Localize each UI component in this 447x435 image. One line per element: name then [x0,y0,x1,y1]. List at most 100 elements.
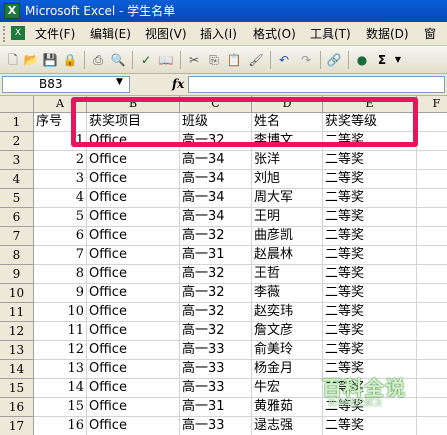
hyperlink-icon[interactable]: 🔗 [326,52,342,68]
data-cell[interactable]: 二等奖 [323,322,417,341]
data-cell[interactable] [417,132,447,151]
menu-edit[interactable]: 编辑(E) [90,27,131,41]
research-icon[interactable]: 📖 [158,52,174,68]
data-cell[interactable]: 逯志强 [252,417,323,435]
data-cell[interactable]: 4 [34,189,87,208]
data-cell[interactable]: 8 [34,265,87,284]
redo-icon[interactable]: ↷ [298,52,314,68]
data-cell[interactable]: 二等奖 [323,189,417,208]
column-header-e[interactable]: E [323,96,417,113]
data-cell[interactable]: 14 [34,379,87,398]
open-folder-icon[interactable]: 📂 [23,52,39,68]
data-cell[interactable]: 15 [34,398,87,417]
data-cell[interactable]: 张洋 [252,151,323,170]
row-header[interactable]: 17 [0,417,34,435]
data-cell[interactable]: Office [87,151,180,170]
data-cell[interactable]: Office [87,265,180,284]
insert-function-icon[interactable]: fx [172,77,184,91]
data-cell[interactable]: 10 [34,303,87,322]
data-cell[interactable] [417,341,447,360]
data-cell[interactable]: 高一32 [180,227,252,246]
data-cell[interactable]: Office [87,170,180,189]
data-cell[interactable]: 3 [34,170,87,189]
data-cell[interactable]: 高一33 [180,417,252,435]
menu-view[interactable]: 视图(V) [145,27,187,41]
data-cell[interactable]: Office [87,417,180,435]
row-header[interactable]: 15 [0,379,34,398]
data-cell[interactable] [417,284,447,303]
data-cell[interactable] [417,322,447,341]
data-cell[interactable] [417,398,447,417]
data-cell[interactable]: 二等奖 [323,284,417,303]
data-cell[interactable]: 高一33 [180,360,252,379]
row-header[interactable]: 13 [0,341,34,360]
data-cell[interactable]: 俞美玲 [252,341,323,360]
data-cell[interactable]: 高一33 [180,341,252,360]
data-cell[interactable]: Office [87,379,180,398]
format-painter-icon[interactable]: 🖌 [248,52,264,68]
formula-input[interactable] [188,76,445,93]
data-cell[interactable] [417,360,447,379]
name-box[interactable]: B83 [2,76,130,93]
data-cell[interactable] [417,417,447,435]
header-cell[interactable]: 获奖等级 [323,113,417,132]
data-cell[interactable]: Office [87,189,180,208]
row-header[interactable]: 6 [0,208,34,227]
row-header[interactable]: 16 [0,398,34,417]
data-cell[interactable]: Office [87,284,180,303]
new-document-icon[interactable]: 🗋 [5,52,21,68]
data-cell[interactable]: 二等奖 [323,132,417,151]
header-cell[interactable]: 序号 [34,113,87,132]
data-cell[interactable]: 高一31 [180,246,252,265]
data-cell[interactable]: 二等奖 [323,398,417,417]
data-cell[interactable]: 二等奖 [323,208,417,227]
row-header[interactable]: 7 [0,227,34,246]
permission-icon[interactable]: 🔒 [62,52,78,68]
menu-file[interactable]: 文件(F) [35,27,75,41]
data-cell[interactable]: 李薇 [252,284,323,303]
data-cell[interactable] [417,303,447,322]
cut-icon[interactable]: ✂ [186,52,202,68]
undo-icon[interactable]: ↶ [276,52,292,68]
column-header-c[interactable]: C [180,96,252,113]
data-cell[interactable]: 曲彦凯 [252,227,323,246]
data-cell[interactable]: 高一34 [180,208,252,227]
row-header[interactable]: 10 [0,284,34,303]
data-cell[interactable]: 二等奖 [323,170,417,189]
data-cell[interactable]: 高一31 [180,398,252,417]
column-header-f[interactable]: F [417,96,447,113]
data-cell[interactable]: 高一34 [180,151,252,170]
row-header[interactable]: 11 [0,303,34,322]
print-icon[interactable]: ⎙ [90,52,106,68]
save-icon[interactable]: 💾 [42,52,58,68]
row-header[interactable]: 4 [0,170,34,189]
menu-insert[interactable]: 插入(I) [200,27,237,41]
data-cell[interactable]: Office [87,246,180,265]
menu-data[interactable]: 数据(D) [366,27,409,41]
data-cell[interactable] [417,151,447,170]
data-cell[interactable]: 杨金月 [252,360,323,379]
copy-icon[interactable]: ⎘ [206,52,222,68]
data-cell[interactable]: 二等奖 [323,417,417,435]
data-cell[interactable]: 12 [34,341,87,360]
data-cell[interactable]: 二等奖 [323,303,417,322]
data-cell[interactable]: 高一34 [180,170,252,189]
header-cell[interactable]: 班级 [180,113,252,132]
data-cell[interactable]: Office [87,322,180,341]
row-header[interactable]: 5 [0,189,34,208]
row-header[interactable]: 12 [0,322,34,341]
name-box-dropdown-icon[interactable]: ▼ [116,77,123,87]
data-cell[interactable]: 高一32 [180,132,252,151]
data-cell[interactable]: Office [87,360,180,379]
row-header[interactable]: 1 [0,113,34,132]
excel-app-icon[interactable]: X [4,3,20,19]
data-cell[interactable]: 牛宏 [252,379,323,398]
data-cell[interactable]: 赵晨林 [252,246,323,265]
data-cell[interactable]: Office [87,341,180,360]
data-cell[interactable] [417,379,447,398]
data-cell[interactable] [417,227,447,246]
select-all-corner[interactable] [0,96,34,113]
data-cell[interactable]: 二等奖 [323,360,417,379]
autosum-icon[interactable]: Σ [374,52,390,68]
data-cell[interactable]: 7 [34,246,87,265]
